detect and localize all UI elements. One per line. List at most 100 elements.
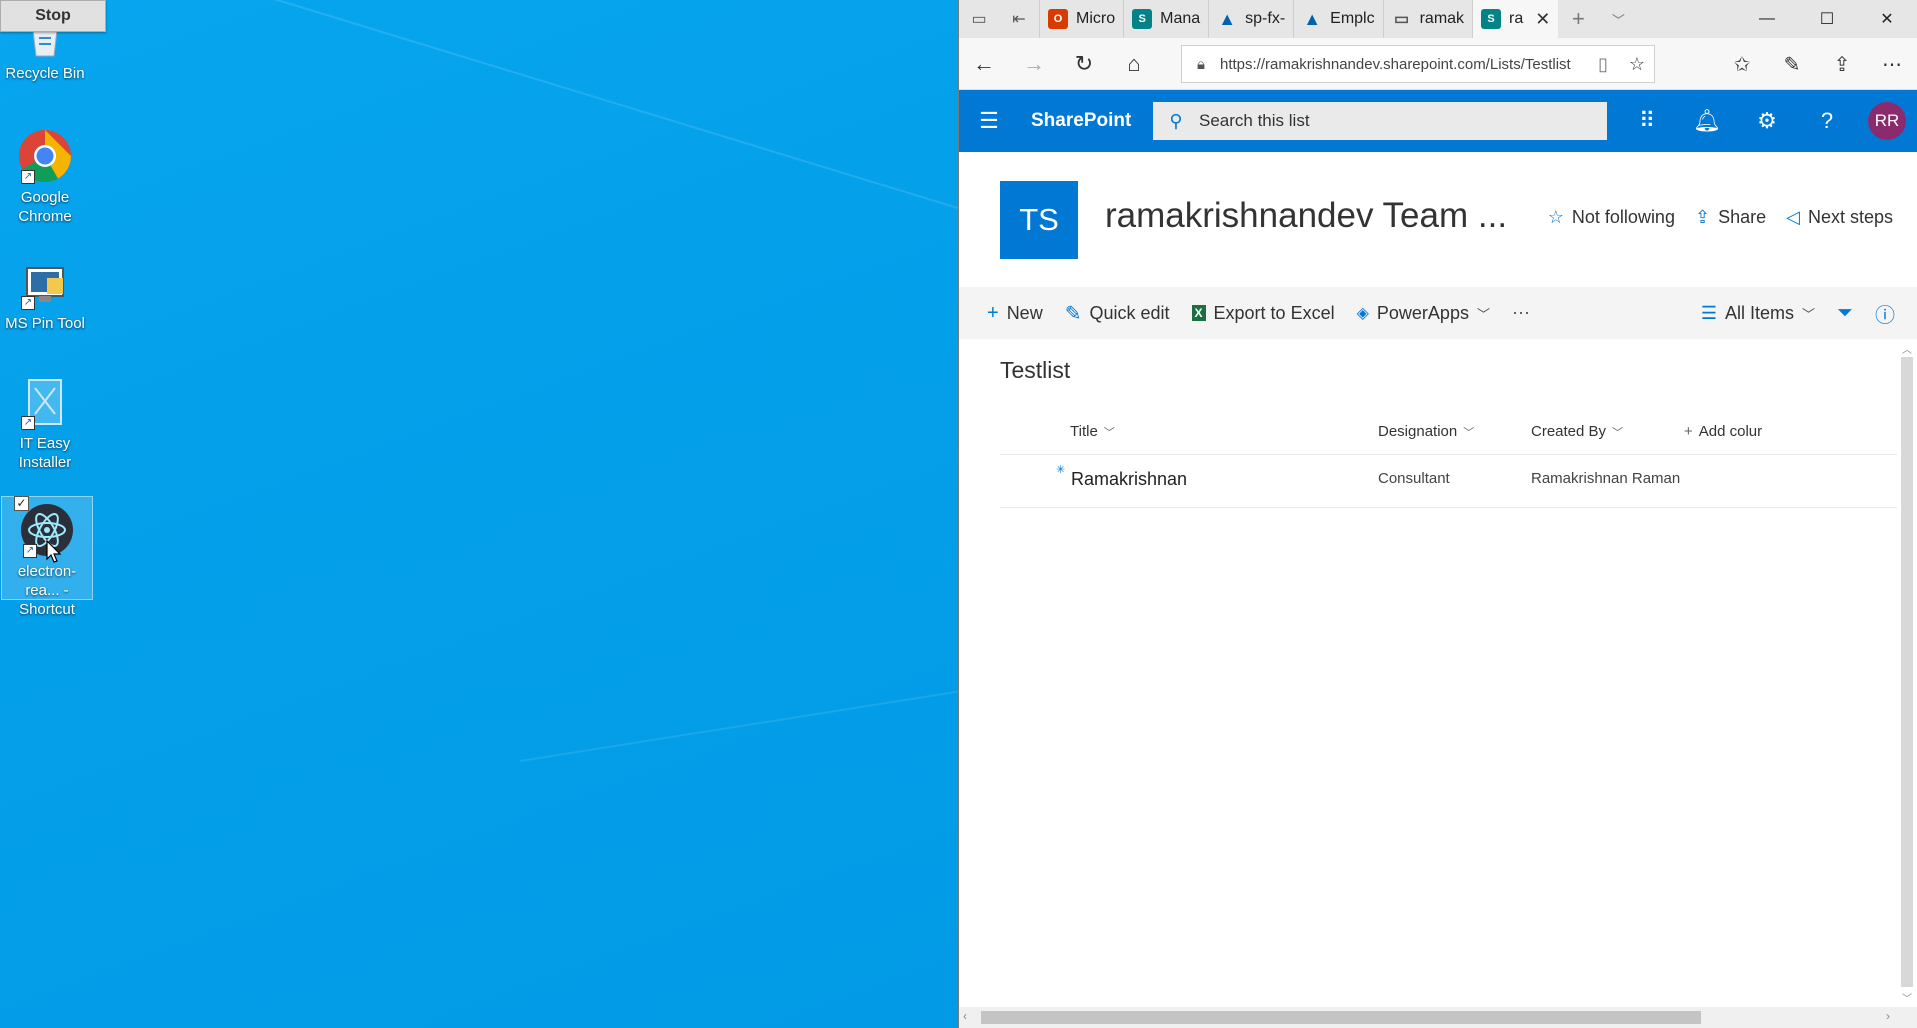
row-divider [1000,507,1898,508]
minimize-icon[interactable]: — [1737,0,1797,38]
powerapps-button[interactable]: ◈ PowerApps ﹀ [1357,303,1490,324]
back-icon[interactable]: ← [959,38,1009,90]
view-selector[interactable]: ☰ All Items ﹀ [1701,303,1815,324]
edge-browser-window: ▭ ⇤ O Micro S Mana ▲ sp-fx- ▲ Emplc ▭ ra… [958,0,1917,1028]
horizontal-scrollbar[interactable]: ‹ › [959,1007,1917,1028]
desktop-icon-ms-pin-tool[interactable]: ↗ MS Pin Tool [0,264,91,333]
view-controls: ☰ All Items ﹀ ⏷ ⓘ [1701,287,1917,339]
chevron-down-icon: ﹀ [1463,426,1475,439]
header-divider [1000,454,1898,455]
quick-edit-button[interactable]: ✎ Quick edit [1065,301,1170,326]
new-item-sparkle-icon: ✳ [1056,464,1066,476]
site-actions: ☆ Not following ⇪ Share ◁ Next steps [1548,207,1917,228]
set-aside-tabs-icon[interactable]: ⇤ [999,0,1039,38]
scroll-right-icon[interactable]: › [1886,1009,1890,1023]
scroll-down-icon[interactable]: ﹀ [1897,990,1917,1005]
tab-emplc[interactable]: ▲ Emplc [1293,0,1382,38]
browser-toolbar: ✩ ✎ ⇪ ⋯ [1717,38,1917,90]
column-header-designation[interactable]: Designation ﹀ [1378,423,1474,440]
desktop-icon-label: IT Easy Installer [18,435,72,471]
desktop-icon-google-chrome[interactable]: ↗ Google Chrome [0,128,91,226]
next-steps-button[interactable]: ◁ Next steps [1786,207,1893,228]
tab-label: ra [1509,10,1524,27]
megaphone-icon: ◁ [1786,207,1800,227]
next-steps-label: Next steps [1807,207,1893,227]
search-list-box[interactable]: ⚲ Search this list [1153,102,1607,140]
share-button[interactable]: ⇪ Share [1695,207,1766,228]
desktop-icon-recycle-bin[interactable]: Recycle Bin [0,29,91,83]
shortcut-arrow-icon: ↗ [23,544,37,558]
new-label: New [1006,302,1043,323]
site-title[interactable]: ramakrishnandev Team ... [1105,196,1507,236]
reading-view-icon[interactable]: ▯ [1586,54,1620,75]
tab-ra-active[interactable]: S ra ✕ [1472,0,1559,38]
refresh-icon[interactable]: ↻ [1059,38,1109,90]
column-header-created-by[interactable]: Created By ﹀ [1531,423,1623,440]
notifications-bell-icon[interactable]: 🔔︎ [1677,90,1737,152]
scroll-thumb[interactable] [981,1011,1701,1024]
tab-label: Mana [1160,10,1201,27]
tab-mana[interactable]: S Mana [1123,0,1208,38]
follow-button[interactable]: ☆ Not following [1548,207,1675,228]
url-field[interactable]: 🔒︎ https://ramakrishnandev.sharepoint.co… [1181,45,1655,83]
scroll-thumb[interactable] [1901,357,1913,987]
tab-bar: ▭ ⇤ O Micro S Mana ▲ sp-fx- ▲ Emplc ▭ ra… [959,0,1917,38]
azure-icon: ▲ [1218,8,1237,29]
more-icon[interactable]: ⋯ [1867,38,1917,90]
shortcut-arrow-icon: ↗ [21,296,35,310]
favorites-icon[interactable]: ✩ [1717,38,1767,90]
info-icon[interactable]: ⓘ [1875,299,1895,328]
shortcut-arrow-icon: ↗ [21,170,35,184]
scroll-left-icon[interactable]: ‹ [963,1009,967,1023]
export-label: Export to Excel [1213,302,1335,323]
site-logo[interactable]: TS [1000,181,1078,259]
desktop-icon-label: electron-rea... - Shortcut [17,563,77,618]
stop-button[interactable]: Stop [0,0,106,32]
pen-icon[interactable]: ✎ [1767,38,1817,90]
tab-preview-icon[interactable]: ▭ [959,0,999,38]
hamburger-menu-icon[interactable]: ☰ [959,90,1019,152]
pencil-icon: ✎ [1064,302,1082,325]
tab-list-chevron-icon[interactable]: ﹀ [1598,0,1638,38]
scroll-up-icon[interactable]: ︿ [1897,341,1917,356]
maximize-icon[interactable]: ☐ [1797,0,1857,38]
selection-checkbox[interactable]: ✓ [14,496,29,511]
help-icon[interactable]: ? [1797,90,1857,152]
add-column-button[interactable]: + Add colur [1684,423,1762,440]
forward-icon[interactable]: → [1009,38,1059,90]
share-browser-icon[interactable]: ⇪ [1817,38,1867,90]
installer-icon: ↗ [17,374,73,430]
powerapps-icon: ◈ [1356,305,1369,322]
vertical-scrollbar[interactable]: ︿ ﹀ [1897,339,1917,1007]
desktop-icon-it-easy-installer[interactable]: ↗ IT Easy Installer [0,374,91,472]
view-label: All Items [1724,302,1794,323]
cell-created-by[interactable]: Ramakrishnan Raman [1531,470,1680,487]
favorite-star-icon[interactable]: ☆ [1620,54,1654,75]
tab-sp-fx[interactable]: ▲ sp-fx- [1208,0,1293,38]
close-window-icon[interactable]: ✕ [1857,0,1917,38]
sharepoint-brand[interactable]: SharePoint [1031,110,1131,132]
home-icon[interactable]: ⌂ [1109,38,1159,90]
tab-ramak[interactable]: ▭ ramak [1382,0,1472,38]
close-tab-icon[interactable]: ✕ [1535,9,1550,30]
desktop-icon-label: Recycle Bin [5,65,85,82]
chrome-icon: ↗ [17,128,73,184]
powerapps-label: PowerApps [1376,302,1469,323]
new-tab-icon[interactable]: + [1558,0,1598,38]
filter-icon[interactable]: ⏷ [1837,302,1853,325]
column-header-title[interactable]: Title ﹀ [1070,423,1115,440]
new-button[interactable]: + New [987,302,1043,325]
follow-label: Not following [1571,207,1675,227]
settings-gear-icon[interactable]: ⚙ [1737,90,1797,152]
site-header: TS ramakrishnandev Team ... ☆ Not follow… [959,152,1917,287]
mouse-cursor-icon [46,540,62,563]
app-launcher-icon[interactable]: ⠿ [1617,90,1677,152]
avatar[interactable]: RR [1868,102,1906,140]
cell-title[interactable]: Ramakrishnan [1071,469,1187,490]
lock-icon: 🔒︎ [1197,55,1205,73]
column-label: Title [1070,423,1098,440]
window-controls: — ☐ ✕ [1737,0,1917,38]
tab-micro[interactable]: O Micro [1039,0,1123,38]
more-commands-button[interactable]: ⋯ [1512,303,1530,324]
export-excel-button[interactable]: X Export to Excel [1191,302,1335,324]
